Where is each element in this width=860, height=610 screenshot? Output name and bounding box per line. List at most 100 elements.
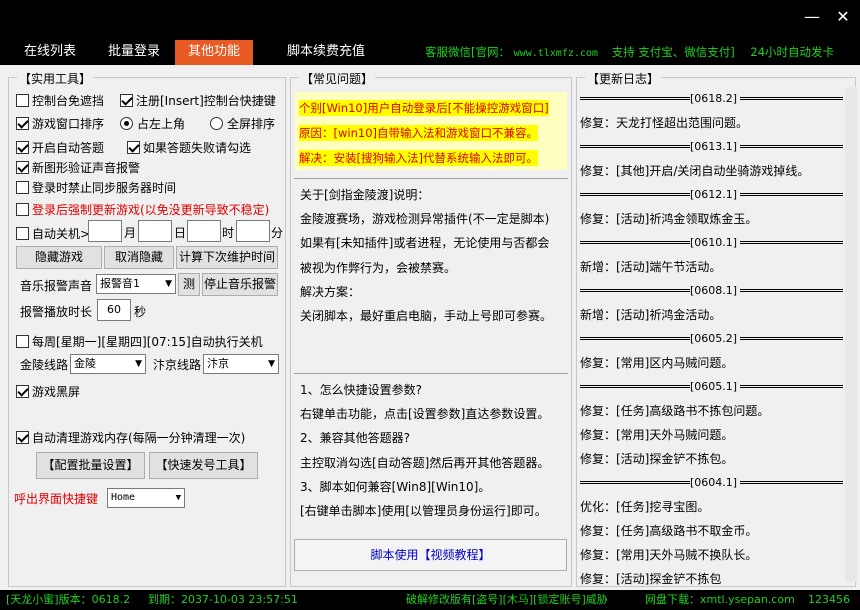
alarm-sound-select[interactable]: 报警音1 ▼ bbox=[96, 274, 176, 294]
no-sync-time-checkbox[interactable]: 登录时禁止同步服务器时间 bbox=[16, 179, 176, 196]
double-rule bbox=[740, 481, 843, 484]
jinling-route-value: 金陵 bbox=[74, 357, 96, 370]
changelog-scrollbar[interactable] bbox=[845, 87, 857, 582]
quick-tool-button[interactable]: 【快速发号工具】 bbox=[149, 452, 258, 479]
faq-line: 3、脚本如何兼容[Win8][Win10]。 bbox=[300, 480, 491, 494]
double-rule bbox=[580, 481, 690, 484]
weekly-shutdown-label: 每周[星期一][星期四][07:15]自动执行关机 bbox=[32, 335, 263, 349]
faq-line: 1、怎么快捷设置参数? bbox=[300, 383, 423, 397]
faq-title: 【常见问题】 bbox=[299, 70, 376, 87]
console-free-checkbox[interactable]: 控制台免遮挡 bbox=[16, 92, 104, 109]
changelog-date-row: [0618.2] bbox=[580, 92, 843, 106]
status-bar: [天龙小蜜]版本：0618.2 到期：2037-10-03 23:57:51 破… bbox=[0, 590, 860, 610]
force-update-label: 登录后强制更新游戏(以免没更新导致不稳定) bbox=[32, 203, 270, 217]
window-sort-checkbox[interactable]: 游戏窗口排序 bbox=[16, 115, 104, 132]
top-left-radio[interactable]: 占左上角 bbox=[120, 115, 185, 132]
checkbox-checked-icon bbox=[16, 117, 29, 130]
changelog-item: 修复：天龙打怪超出范围问题。 bbox=[580, 116, 749, 130]
hotkey-select[interactable]: Home ▼ bbox=[107, 488, 185, 508]
hide-game-button[interactable]: 隐藏游戏 bbox=[16, 246, 102, 269]
test-sound-button[interactable]: 测 bbox=[178, 273, 200, 296]
chevron-down-icon: ▼ bbox=[268, 359, 275, 369]
double-rule bbox=[740, 241, 843, 244]
checkbox-checked-icon bbox=[16, 161, 29, 174]
tab-renewal[interactable]: 脚本续费充值 bbox=[272, 40, 380, 65]
chevron-down-icon: ▼ bbox=[175, 493, 181, 503]
captcha-alarm-label: 新图形验证声音报警 bbox=[32, 161, 141, 175]
auto-clean-checkbox[interactable]: 自动清理游戏内存(每隔一分钟清理一次) bbox=[16, 429, 245, 446]
changelog-date: [0605.1] bbox=[690, 380, 738, 393]
changelog-date-row: [0605.1] bbox=[580, 380, 843, 394]
force-update-checkbox[interactable]: 登录后强制更新游戏(以免没更新导致不稳定) bbox=[16, 201, 269, 218]
alarm-duration-input[interactable]: 60 bbox=[97, 299, 131, 321]
service-info: 客服微信[官网： www.tlxmfz.com 支持 支付宝、微信支付] 24小… bbox=[425, 44, 834, 60]
top-left-label: 占左上角 bbox=[137, 117, 186, 131]
tab-online-list[interactable]: 在线列表 bbox=[12, 40, 88, 65]
double-rule bbox=[740, 97, 843, 100]
close-button[interactable]: ✕ bbox=[831, 6, 855, 30]
console-free-label: 控制台免遮挡 bbox=[32, 94, 105, 108]
checkbox-icon bbox=[16, 94, 29, 107]
jinling-route-label: 金陵线路 bbox=[20, 358, 69, 372]
shutdown-minute-input[interactable] bbox=[236, 220, 270, 242]
black-screen-label: 游戏黑屏 bbox=[32, 385, 81, 399]
month-label: 月 bbox=[124, 226, 137, 240]
changelog-date-row: [0608.1] bbox=[580, 284, 843, 298]
changelog-date-row: [0612.1] bbox=[580, 188, 843, 202]
faq-line: 主控取消勾选[自动答题]然后再开其他答题器。 bbox=[300, 456, 550, 470]
chevron-down-icon: ▼ bbox=[135, 359, 142, 369]
batch-settings-button[interactable]: 【配置批量设置】 bbox=[36, 452, 145, 479]
faq-highlight-line: 个别[Win10]用户自动登录后[不能操控游戏窗口] bbox=[299, 100, 549, 116]
video-tutorial-button[interactable]: 脚本使用【视频教程】 bbox=[294, 539, 567, 571]
changelog-date-row: [0613.1] bbox=[580, 140, 843, 154]
seconds-label: 秒 bbox=[134, 305, 147, 319]
faq-line: 关闭脚本，最好重启电脑，手动上号即可参赛。 bbox=[300, 309, 553, 323]
no-sync-time-label: 登录时禁止同步服务器时间 bbox=[32, 181, 177, 195]
faq-line: 解决方案： bbox=[300, 285, 361, 299]
minimize-button[interactable]: — bbox=[800, 6, 824, 30]
double-rule bbox=[580, 337, 690, 340]
tab-other-functions[interactable]: 其他功能 bbox=[175, 40, 253, 65]
divider bbox=[294, 373, 568, 374]
cancel-hide-button[interactable]: 取消隐藏 bbox=[104, 246, 174, 269]
calc-maintenance-button[interactable]: 计算下次维护时间 bbox=[176, 246, 278, 269]
changelog-date: [0610.1] bbox=[690, 236, 738, 249]
auto-shutdown-checkbox[interactable]: 自动关机> bbox=[16, 225, 90, 242]
checkbox-checked-icon bbox=[127, 141, 140, 154]
hotkey-value: Home bbox=[111, 492, 136, 503]
changelog-date: [0605.2] bbox=[690, 332, 738, 345]
shutdown-month-input[interactable] bbox=[88, 220, 122, 242]
changelog-date: [0612.1] bbox=[690, 188, 738, 201]
changelog-date: [0613.1] bbox=[690, 140, 738, 153]
changelog-item: 修复：[活动]探金铲不拣包。 bbox=[580, 452, 734, 466]
changelog-item: 修复：[常用]天外马贼问题。 bbox=[580, 428, 734, 442]
double-rule bbox=[580, 289, 690, 292]
faq-highlight-line: 解决：安装[搜狗输入法]代替系统输入法即可。 bbox=[299, 150, 538, 166]
tools-title: 【实用工具】 bbox=[17, 70, 94, 87]
bianjing-route-select[interactable]: 汴京 ▼ bbox=[203, 354, 279, 374]
stop-alarm-button[interactable]: 停止音乐报警 bbox=[202, 273, 278, 296]
tab-batch-login[interactable]: 批量登录 bbox=[96, 40, 172, 65]
full-screen-sort-radio[interactable]: 全屏排序 bbox=[210, 115, 275, 132]
black-screen-checkbox[interactable]: 游戏黑屏 bbox=[16, 383, 80, 400]
divider bbox=[294, 178, 568, 179]
changelog-item: 修复：[活动]祈鸿金领取炼金玉。 bbox=[580, 212, 758, 226]
answer-fail-label: 如果答题失败请勾选 bbox=[143, 141, 252, 155]
weekly-shutdown-checkbox[interactable]: 每周[星期一][星期四][07:15]自动执行关机 bbox=[16, 333, 263, 350]
download-link[interactable]: 网盘下载：xmtl.ysepan.com bbox=[645, 590, 795, 610]
register-hotkey-checkbox[interactable]: 注册[Insert]控制台快捷键 bbox=[120, 92, 276, 109]
changelog-title: 【更新日志】 bbox=[585, 70, 662, 87]
code-text: 123456 bbox=[808, 593, 850, 606]
shutdown-hour-input[interactable] bbox=[187, 220, 221, 242]
double-rule bbox=[580, 193, 690, 196]
shutdown-day-input[interactable] bbox=[138, 220, 172, 242]
jinling-route-select[interactable]: 金陵 ▼ bbox=[70, 354, 146, 374]
auto-answer-label: 开启自动答题 bbox=[32, 141, 105, 155]
faq-line: 关于[剑指金陵渡]说明： bbox=[300, 188, 430, 202]
full-screen-sort-label: 全屏排序 bbox=[227, 117, 276, 131]
changelog-item: 修复：[常用]区内马贼问题。 bbox=[580, 356, 734, 370]
captcha-alarm-checkbox[interactable]: 新图形验证声音报警 bbox=[16, 159, 140, 176]
auto-answer-checkbox[interactable]: 开启自动答题 bbox=[16, 139, 104, 156]
checkbox-checked-icon bbox=[16, 431, 29, 444]
answer-fail-checkbox[interactable]: 如果答题失败请勾选 bbox=[127, 139, 251, 156]
